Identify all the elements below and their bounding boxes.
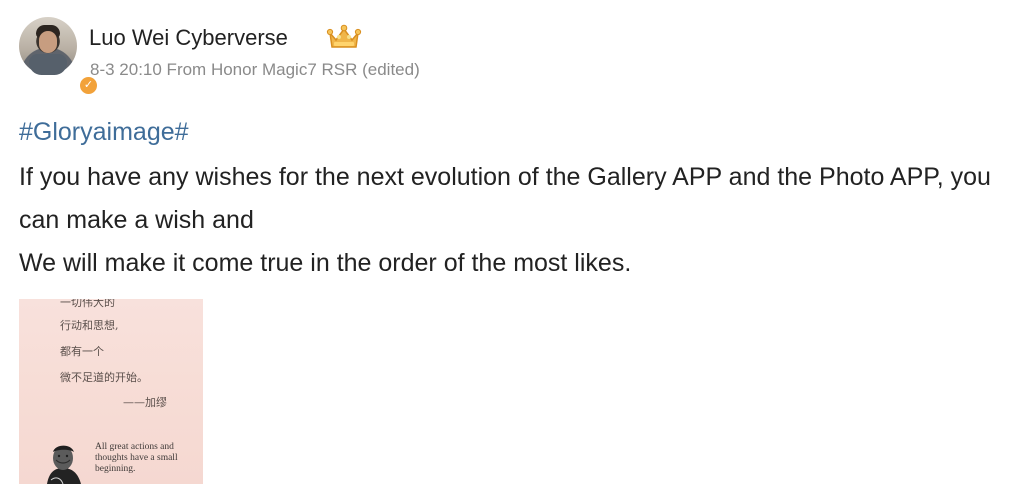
quote-en: All great actions and thoughts have a sm… (95, 442, 178, 474)
post-line: We will make it come true in the order o… (19, 249, 632, 277)
avatar-face (39, 31, 57, 53)
post-meta: 8-3 20:10 From Honor Magic7 RSR (edited) (90, 60, 420, 79)
quote-line-zh: 一切伟大的 (60, 299, 115, 309)
quote-line-zh: 都有一个 (60, 345, 104, 358)
quote-line-zh: 行动和思想, (60, 319, 119, 332)
post-line: If you have any wishes for the next evol… (19, 163, 991, 234)
portrait-image (47, 445, 81, 484)
quote-attribution-zh: ——加缪 (123, 396, 167, 409)
hashtag-link[interactable]: #Gloryaimage# (19, 118, 189, 147)
post-body: If you have any wishes for the next evol… (19, 156, 1017, 285)
crown-icon[interactable] (326, 23, 362, 51)
post-image[interactable]: 一切伟大的 行动和思想, 都有一个 微不足道的开始。 ——加缪 All grea… (19, 299, 203, 484)
quote-line-zh: 微不足道的开始。 (60, 371, 148, 384)
avatar-body (29, 54, 67, 75)
author-name[interactable]: Luo Wei Cyberverse (89, 25, 288, 51)
avatar[interactable]: ✓ (19, 17, 99, 96)
